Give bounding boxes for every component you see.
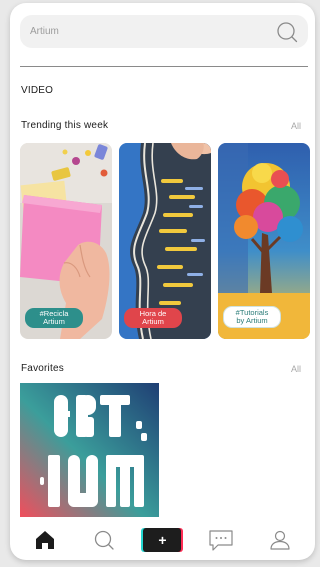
video-card-tutorials[interactable]: #Tutorials by Artium [218, 143, 310, 339]
favorites-all-link[interactable]: All [291, 364, 301, 374]
card-badge: Hora de Artium [124, 308, 182, 328]
card-badge: #Tutorials by Artium [223, 306, 281, 328]
favorite-item-artium[interactable] [20, 383, 159, 517]
add-button[interactable]: + [143, 524, 182, 556]
search-input[interactable] [30, 26, 276, 37]
trending-title: Trending this week [21, 120, 109, 131]
section-title-video: VIDEO [21, 85, 54, 96]
divider [20, 66, 308, 67]
trending-carousel: #Recicla Artium Hora de Artium #Tutorial… [20, 143, 315, 339]
card-badge: #Recicla Artium [25, 308, 83, 328]
add-icon: + [143, 527, 182, 552]
bottom-navigation: + [10, 519, 315, 560]
video-card-recicla[interactable]: #Recicla Artium [20, 143, 112, 339]
video-card-hora[interactable]: Hora de Artium [119, 143, 211, 339]
home-icon[interactable] [26, 524, 64, 556]
search-bar[interactable] [20, 15, 308, 48]
profile-icon[interactable] [261, 524, 299, 556]
search-icon[interactable] [276, 21, 298, 43]
search-icon[interactable] [85, 524, 123, 556]
chat-icon[interactable] [202, 524, 240, 556]
artium-artwork [20, 383, 159, 517]
favorites-title: Favorites [21, 363, 64, 374]
app-screen: VIDEO Trending this week All #Recicla A [10, 3, 315, 560]
trending-all-link[interactable]: All [291, 121, 301, 131]
